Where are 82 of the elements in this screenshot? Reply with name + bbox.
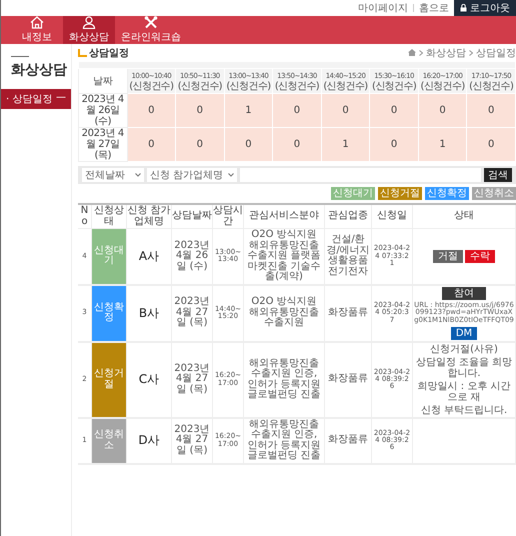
table-cell: 2023년 4월 26일 (수) [78,94,128,128]
breadcrumb-item[interactable]: 상담일정 [476,46,516,60]
table-header: 상담시간 [212,204,244,228]
status-tag: 신청대기 [331,187,375,200]
reject-reason: 신청거절(사유) [430,344,498,355]
table-cell: 2023년 4월 27일 (목) [172,284,212,342]
table-header: 신청 참가업체명 [126,204,172,228]
person-icon [82,16,96,29]
table-cell: 화장품류 [324,284,372,342]
table-cell: D사 [126,418,172,464]
status-cell: 신청대기 [92,228,126,284]
tools-icon [144,16,158,29]
table-cell: 0 [466,128,516,162]
table-cell: 화장품류 [324,418,372,464]
breadcrumb-item[interactable]: 화상상담 [426,46,466,60]
status-cell: 신청취소 [92,418,126,464]
table-header: No [78,204,92,228]
dm-button[interactable]: DM [450,326,478,340]
table-cell: 건설/환경/에너지 생활용품 전기전자 [324,228,372,284]
table-cell: 2023년 4월 27일 (목) [172,342,212,418]
top-link[interactable]: 홈으로 [419,1,449,15]
join-button[interactable]: 참여 [442,286,486,300]
sidebar-item[interactable]: · 상담일정 — [1,89,71,109]
table-cell: 2023년 4월 27일 (목) [172,418,212,464]
table-cell: A사 [126,228,172,284]
status-tag: 신청확정 [425,187,469,200]
logout-button[interactable]: 로그아웃 [454,0,516,16]
table-header: 상태 [412,204,516,228]
table-cell: 0 [370,128,418,162]
table-cell: O2O 방식지원 해외유통망진출 수출지원 플랫폼 마켓진출 기술수출(계약) [244,228,324,284]
table-cell: 0 [321,94,370,128]
table-cell: O2O 방식지원 해외유통망진출 수출지원 [244,284,324,342]
table-cell: 1 [321,128,370,162]
table-cell: 0 [127,128,176,162]
table-cell: 0 [224,128,273,162]
field-select[interactable]: 신청 참가업체명 [147,168,237,182]
status-cell: 신청거절 [92,342,126,418]
reject-reason: 상담일정 조율을 희망합니다. [414,356,514,379]
caret-icon [228,173,234,177]
page-title: 상담일정 [89,46,129,60]
lock-icon [460,4,467,12]
table-cell: 0 [272,94,322,128]
search-button[interactable]: 검색 [484,168,512,182]
table-cell: 2023년 4월 26일 (수) [172,228,212,284]
top-link[interactable]: 마이페이지 [358,1,408,15]
table-cell: 화장품류 [324,342,372,418]
table-header: 관심업종 [324,204,372,228]
table-cell: 0 [176,94,224,128]
table-header: 상담날짜 [172,204,212,228]
table-cell: C사 [126,342,172,418]
nav-item[interactable]: 온라인워크숍 [115,16,187,44]
table-cell: 0 [272,128,322,162]
home-icon [408,49,416,56]
caret-icon [135,173,141,177]
reject-button[interactable]: 거절 [433,250,463,263]
table-cell: 0 [418,94,467,128]
table-cell: 0 [370,94,418,128]
table-cell: 해외유통망진출 수출지원 인증, 인허가 등록지원 글로벌펀딩 진출 [244,418,324,464]
table-cell: 해외유통망진출 수출지원 인증, 인허가 등록지원 글로벌펀딩 진출 [244,342,324,418]
reject-reason: 희망일시 : 오후 시간으로 재 [416,380,512,403]
status-cell: 신청확정 [92,284,126,342]
table-header: 날짜 [78,68,128,94]
table-cell: 0 [176,128,224,162]
date-select[interactable]: 전체날짜 [82,168,144,182]
table-cell: 0 [127,94,176,128]
chevron-icon [469,50,473,56]
status-tag: 신청취소 [472,187,516,200]
accept-button[interactable]: 수락 [465,250,495,263]
nav-item[interactable]: 내정보 [11,16,63,44]
sidebar-title: 화상상담 [11,61,68,79]
table-cell: B사 [126,284,172,342]
home-icon [30,16,44,29]
chevron-icon [419,50,423,56]
reject-reason: 신청 부탁드립니다. [420,404,508,416]
table-cell: 0 [466,94,516,128]
table-header: 관심서비스분야 [244,204,324,228]
table-cell: 2023년 4월 27일 (목) [78,128,128,162]
table-cell: 1 [224,94,273,128]
status-tag: 신청거절 [378,187,422,200]
table-cell: 1 [418,128,467,162]
table-header: 신청일 [372,204,412,228]
nav-item[interactable]: 화상상담 [63,16,115,44]
